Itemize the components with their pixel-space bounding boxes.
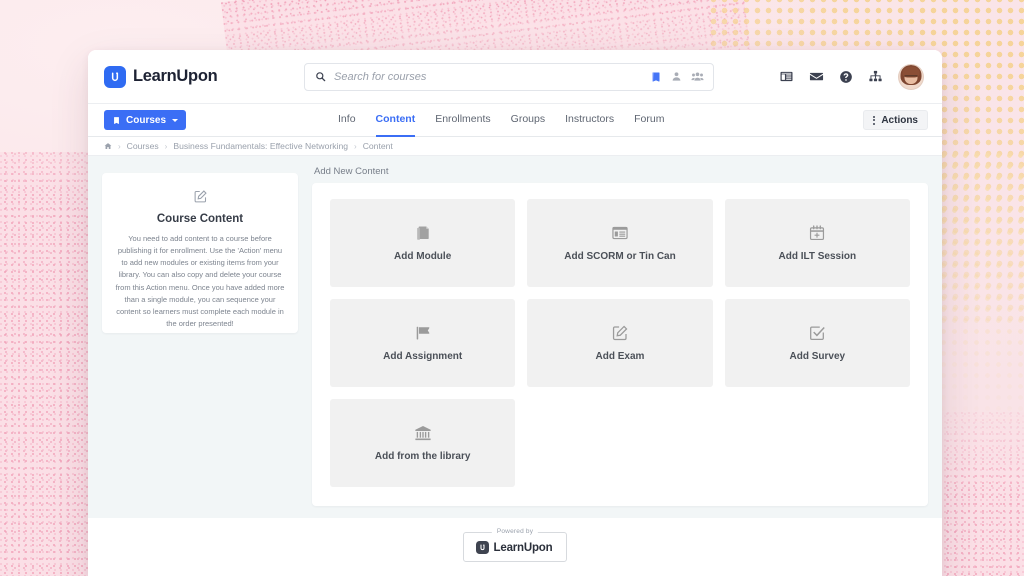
chevron-down-icon bbox=[172, 119, 178, 122]
tile-add-scorm-or-tin-can[interactable]: Add SCORM or Tin Can bbox=[527, 199, 712, 287]
brand-name: LearnUpon bbox=[133, 67, 217, 86]
learnupon-logo-icon bbox=[104, 66, 126, 88]
tab-content[interactable]: Content bbox=[376, 104, 416, 137]
search-input[interactable] bbox=[334, 71, 642, 83]
breadcrumb-separator: › bbox=[165, 142, 168, 151]
powered-by-label: Powered by bbox=[492, 528, 538, 535]
desktop-backdrop: LearnUpon bbox=[0, 0, 1024, 576]
search-filter-group bbox=[650, 70, 704, 83]
course-nav-bar: Courses Info Content Enrollments Groups … bbox=[88, 104, 942, 137]
breadcrumb-separator: › bbox=[118, 142, 121, 151]
window-list-icon bbox=[611, 224, 629, 242]
tile-label: Add SCORM or Tin Can bbox=[564, 251, 675, 262]
edit-square-icon bbox=[115, 189, 285, 204]
tile-label: Add Exam bbox=[596, 351, 645, 362]
tab-info[interactable]: Info bbox=[338, 104, 356, 137]
tab-enrollments[interactable]: Enrollments bbox=[435, 104, 490, 137]
tile-label: Add Assignment bbox=[383, 351, 462, 362]
catalog-icon[interactable] bbox=[779, 69, 794, 84]
add-new-content-panel: Add Module bbox=[312, 183, 928, 506]
book-icon bbox=[414, 224, 432, 242]
course-content-title: Course Content bbox=[115, 213, 285, 225]
tile-add-exam[interactable]: Add Exam bbox=[527, 299, 712, 387]
footer-brand-name: LearnUpon bbox=[494, 542, 553, 554]
powered-by-badge: Powered by LearnUpon bbox=[463, 532, 568, 562]
search-bar[interactable] bbox=[304, 63, 714, 91]
courses-dropdown-button[interactable]: Courses bbox=[104, 110, 186, 130]
header-icon-group bbox=[779, 64, 924, 90]
course-content-description: You need to add content to a course befo… bbox=[115, 233, 285, 330]
tile-add-module[interactable]: Add Module bbox=[330, 199, 515, 287]
nav-right: Actions bbox=[863, 110, 928, 130]
course-content-info-card: Course Content You need to add content t… bbox=[102, 173, 298, 333]
groups-filter-icon[interactable] bbox=[691, 70, 704, 83]
tile-label: Add ILT Session bbox=[779, 251, 857, 262]
tab-instructors[interactable]: Instructors bbox=[565, 104, 614, 137]
avatar[interactable] bbox=[898, 64, 924, 90]
tile-label: Add from the library bbox=[375, 451, 471, 462]
page-body: Course Content You need to add content t… bbox=[88, 156, 942, 518]
app-window: LearnUpon bbox=[88, 50, 942, 576]
nav-tabs: Info Content Enrollments Groups Instruct… bbox=[338, 104, 664, 137]
help-icon[interactable] bbox=[839, 70, 853, 84]
org-chart-icon[interactable] bbox=[868, 69, 883, 84]
brand-logo[interactable]: LearnUpon bbox=[104, 66, 300, 88]
learnupon-logo-icon bbox=[476, 541, 489, 554]
courses-dropdown-label: Courses bbox=[126, 115, 166, 126]
breadcrumb-item-course[interactable]: Business Fundamentals: Effective Network… bbox=[173, 141, 348, 151]
calendar-plus-icon bbox=[808, 224, 826, 242]
breadcrumb-item-content[interactable]: Content bbox=[363, 141, 393, 151]
actions-button-label: Actions bbox=[881, 115, 918, 126]
add-new-content-heading: Add New Content bbox=[314, 166, 928, 177]
tab-forum[interactable]: Forum bbox=[634, 104, 664, 137]
app-footer: Powered by LearnUpon bbox=[88, 518, 942, 576]
breadcrumb: › Courses › Business Fundamentals: Effec… bbox=[88, 137, 942, 156]
edit-square-icon bbox=[611, 324, 629, 342]
tab-groups[interactable]: Groups bbox=[511, 104, 545, 137]
bank-icon bbox=[414, 424, 432, 442]
breadcrumb-separator: › bbox=[354, 142, 357, 151]
tile-add-assignment[interactable]: Add Assignment bbox=[330, 299, 515, 387]
users-filter-icon[interactable] bbox=[671, 71, 682, 82]
actions-button[interactable]: Actions bbox=[863, 110, 928, 130]
tile-label: Add Survey bbox=[790, 351, 846, 362]
tile-add-ilt-session[interactable]: Add ILT Session bbox=[725, 199, 910, 287]
search-icon bbox=[315, 71, 326, 82]
content-tile-grid: Add Module bbox=[330, 199, 910, 487]
book-icon bbox=[112, 116, 121, 125]
kebab-icon bbox=[873, 116, 875, 125]
mail-icon[interactable] bbox=[809, 69, 824, 84]
flag-icon bbox=[414, 324, 432, 342]
tile-label: Add Module bbox=[394, 251, 451, 262]
home-icon[interactable] bbox=[104, 142, 112, 150]
tile-add-from-the-library[interactable]: Add from the library bbox=[330, 399, 515, 487]
checkbox-checked-icon bbox=[808, 324, 826, 342]
courses-filter-icon[interactable] bbox=[650, 71, 662, 83]
tile-add-survey[interactable]: Add Survey bbox=[725, 299, 910, 387]
breadcrumb-item-courses[interactable]: Courses bbox=[127, 141, 159, 151]
avatar-glasses bbox=[905, 76, 918, 79]
main-column: Add New Content Add Module bbox=[312, 166, 928, 518]
top-header: LearnUpon bbox=[88, 50, 942, 104]
